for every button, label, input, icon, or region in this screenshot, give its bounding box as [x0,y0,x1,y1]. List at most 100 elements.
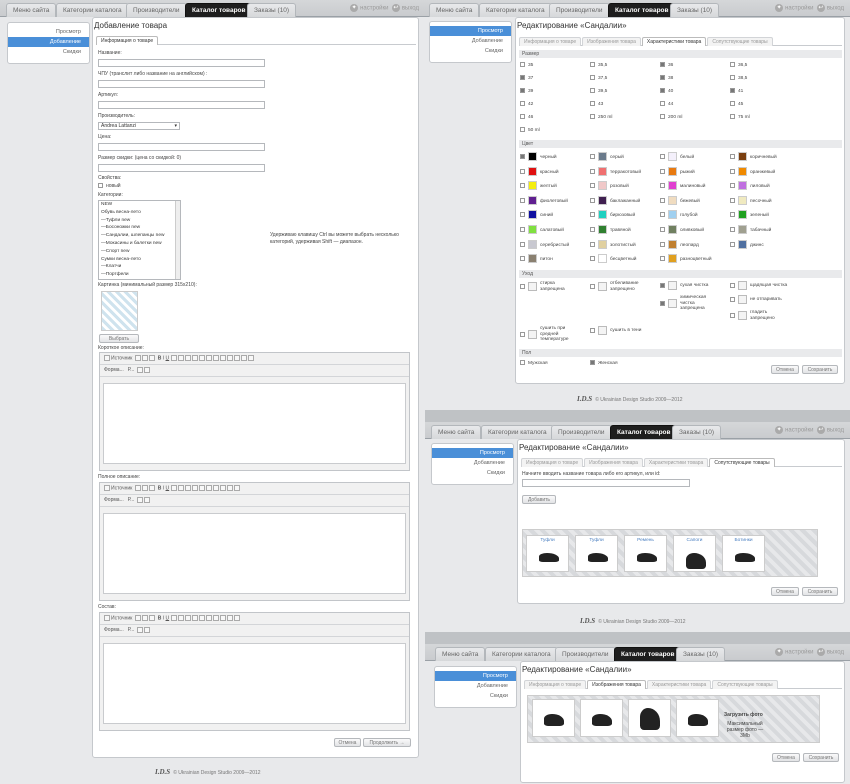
size-option[interactable]: 36 [660,62,673,68]
discount-input[interactable] [98,164,265,172]
size-option[interactable]: 39,5 [590,88,607,94]
care-checkbox[interactable] [730,297,735,302]
format-select[interactable]: Форма... [103,627,125,634]
editor-tool-icon[interactable] [247,355,254,361]
size-option[interactable]: 250 ml [590,114,612,120]
care-checkbox[interactable] [520,331,525,337]
care-checkbox[interactable] [730,283,735,288]
new-checkbox[interactable] [98,183,103,189]
editor-tool-icon[interactable] [170,615,177,621]
color-checkbox[interactable] [660,241,665,247]
editor-tool-icon[interactable] [219,355,226,361]
size-option[interactable]: 37,5 [590,75,607,81]
sidebar-item-view[interactable]: Просмотр [8,27,89,37]
size-option[interactable]: 38,5 [730,75,747,81]
settings-link[interactable]: настройки [785,650,813,656]
color-checkbox[interactable] [590,212,595,218]
editor-tool-icon[interactable] [177,485,184,491]
logout-link[interactable]: выход [827,428,844,434]
color-option[interactable]: малиновый [660,181,705,191]
editor-tool-icon[interactable] [135,485,142,491]
maker-select[interactable]: Andrea Lattanzi ▾ [98,122,180,130]
tab-info[interactable]: Информация о товаре [519,37,582,46]
color-option[interactable]: рыжий [660,166,695,176]
color-option[interactable]: баклажанный [590,195,640,205]
care-checkbox[interactable] [730,313,735,318]
color-checkbox[interactable] [730,154,735,159]
editor-tool-icon[interactable] [149,485,156,491]
editor-tool-icon[interactable] [177,355,184,361]
color-checkbox[interactable] [660,256,665,262]
editor-tool-icon[interactable] [137,497,144,503]
settings-link[interactable]: настройки [785,6,813,12]
care-checkbox[interactable] [590,328,595,333]
editor-tool-icon[interactable] [212,485,219,491]
color-checkbox[interactable] [520,154,525,159]
color-checkbox[interactable] [660,197,665,203]
category-option[interactable]: —Туфли new [101,217,180,225]
care-option[interactable]: сухая чистка [660,281,726,290]
color-checkbox[interactable] [520,168,525,174]
editor-tool-icon[interactable] [137,367,144,373]
editor-tool-icon[interactable] [191,615,198,621]
color-checkbox[interactable] [730,212,735,218]
nav-catalog[interactable]: Каталог товаров [608,3,676,17]
editor-tool-icon[interactable] [135,615,142,621]
color-option[interactable]: золотистый [590,239,636,249]
editor-tool-icon[interactable] [205,355,212,361]
tab-images[interactable]: Изображения товара [582,37,641,46]
editor-tool-icon[interactable] [170,485,177,491]
logout-link[interactable]: выход [827,6,844,12]
size-checkbox[interactable] [590,101,595,106]
size-checkbox[interactable] [730,101,735,106]
size-checkbox[interactable] [590,114,595,119]
cancel-button[interactable]: Отмена [771,587,799,596]
sidebar-item-add[interactable]: Добавление [430,36,511,46]
tab-related[interactable]: Сопутствующие товары [712,680,778,689]
sidebar-item-view[interactable]: Просмотр [435,671,516,681]
color-option[interactable]: розовый [590,181,629,191]
size-option[interactable]: 75 ml [730,114,750,120]
editor-tool-icon[interactable] [226,355,233,361]
size-checkbox[interactable] [730,88,735,93]
editor-tool-icon[interactable] [233,615,240,621]
color-option[interactable]: лиловый [730,181,770,191]
size-checkbox[interactable] [520,88,525,93]
tab-info[interactable]: Информация о товаре [96,36,159,45]
color-checkbox[interactable] [590,227,595,232]
category-option[interactable]: Сумки весна-лето [101,256,180,264]
editor-tool-icon[interactable] [149,355,156,361]
size-option[interactable]: 200 ml [660,114,682,120]
color-option[interactable]: серебристый [520,239,569,249]
size-option[interactable]: 40 [660,88,673,94]
size-option[interactable]: 41 [730,88,743,94]
editor-tool-icon[interactable] [184,615,191,621]
care-option[interactable]: химическая чистка запрещена [660,295,726,312]
nav-menu[interactable]: Меню сайта [429,3,480,17]
source-button[interactable]: Источник [103,615,133,622]
add-related-button[interactable]: Добавить [522,495,556,504]
color-option[interactable]: фиолетовый [520,195,568,205]
size-checkbox[interactable] [520,114,525,119]
cancel-button[interactable]: Отмена [334,738,361,747]
size-checkbox[interactable] [520,75,525,80]
tab-related[interactable]: Сопутствующие товары [707,37,773,46]
size-option[interactable]: 50 ml [520,127,540,133]
bold-icon[interactable]: B [158,615,162,621]
editor-tool-icon[interactable] [198,355,205,361]
editor-tool-icon[interactable] [177,615,184,621]
logout-link[interactable]: выход [827,650,844,656]
color-checkbox[interactable] [730,168,735,174]
source-button[interactable]: Источник [103,355,133,362]
related-item[interactable]: Сапоги [673,535,716,572]
related-item-name[interactable]: Ботинки [723,538,764,543]
tab-characteristics[interactable]: Характеристики товара [641,37,707,46]
size-checkbox[interactable] [660,114,665,119]
color-option[interactable]: бирюзовый [590,210,635,220]
prop-new[interactable]: новый [98,183,121,189]
category-option[interactable]: NEW [101,201,180,209]
sidebar-item-discounts[interactable]: Скидки [430,46,511,56]
color-option[interactable]: красный [520,166,559,176]
nav-orders[interactable]: Заказы (10) [672,425,722,439]
related-search-input[interactable] [522,479,690,487]
